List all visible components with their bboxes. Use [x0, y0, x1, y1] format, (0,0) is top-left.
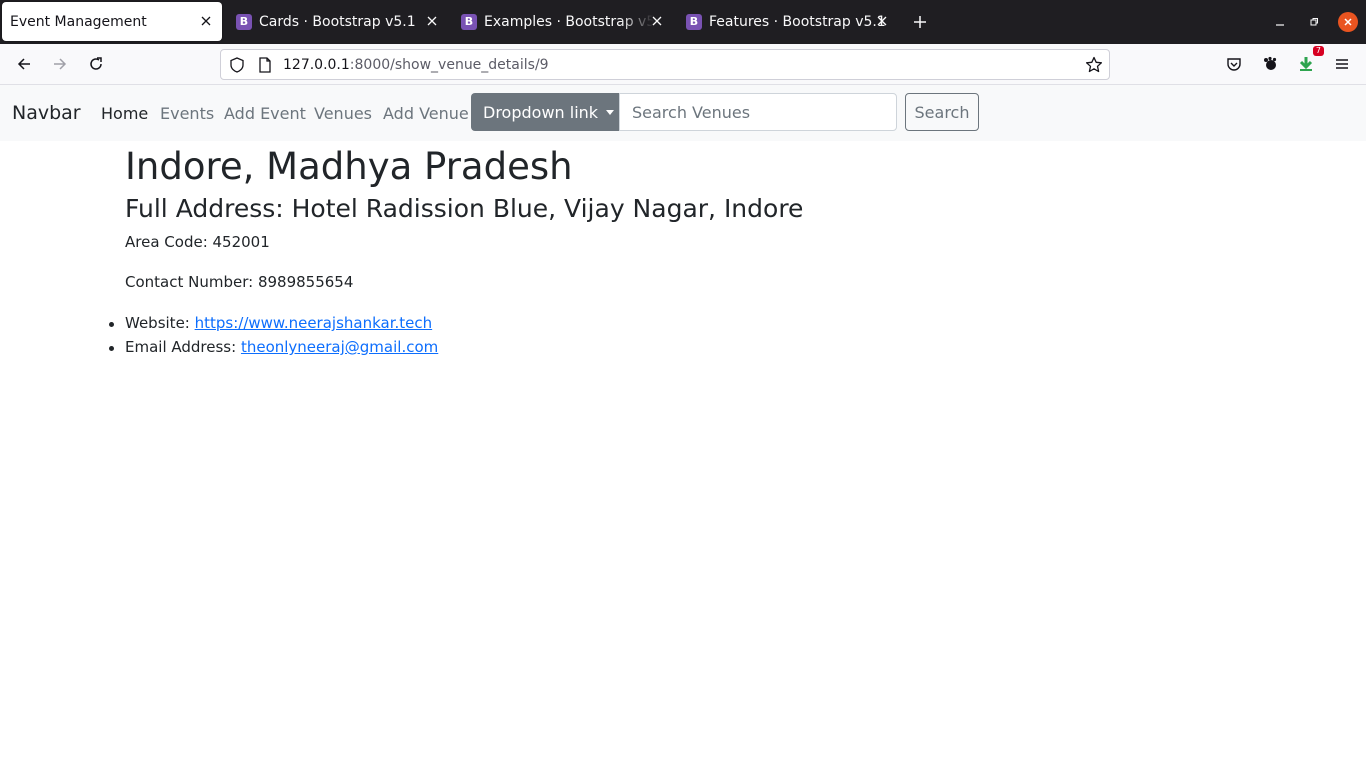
- close-icon[interactable]: [874, 13, 890, 29]
- tab-examples-bootstrap[interactable]: B Examples · Bootstrap v5.1: [453, 2, 673, 41]
- tab-title: Cards · Bootstrap v5.1: [259, 13, 416, 30]
- new-tab-icon[interactable]: [910, 12, 930, 32]
- bootstrap-icon: B: [461, 13, 477, 30]
- url-host: 127.0.0.1: [283, 57, 350, 73]
- extension-badge: 7: [1312, 46, 1324, 56]
- bookmark-star-icon[interactable]: [1085, 56, 1103, 78]
- list-item-email: Email Address: theonlyneeraj@gmail.com: [109, 335, 1125, 359]
- bootstrap-icon: B: [686, 13, 702, 30]
- venue-contact-list: Website: https://www.neerajshankar.tech …: [109, 311, 1125, 359]
- search-button[interactable]: Search: [905, 93, 979, 131]
- nav-link-add-venue[interactable]: Add Venue: [383, 104, 469, 123]
- url-path: :8000/show_venue_details/9: [349, 57, 549, 73]
- url-bar[interactable]: 127.0.0.1:8000/show_venue_details/9: [220, 49, 1110, 80]
- navbar-brand[interactable]: Navbar: [12, 102, 81, 124]
- website-link[interactable]: https://www.neerajshankar.tech: [195, 314, 433, 332]
- reload-icon[interactable]: [84, 52, 108, 76]
- venue-address-heading: Full Address: Hotel Radission Blue, Vija…: [125, 194, 804, 223]
- tab-cards-bootstrap[interactable]: B Cards · Bootstrap v5.1: [228, 2, 448, 41]
- area-code-text: Area Code: 452001: [125, 233, 270, 251]
- caret-down-icon: [606, 109, 615, 115]
- list-item-website: Website: https://www.neerajshankar.tech: [109, 311, 1125, 335]
- tab-title: Examples · Bootstrap v5.1: [484, 13, 654, 30]
- pocket-icon[interactable]: [1222, 52, 1246, 76]
- nav-link-home[interactable]: Home: [101, 104, 148, 123]
- page-icon[interactable]: [257, 57, 273, 77]
- restore-icon[interactable]: [1304, 12, 1324, 32]
- forward-arrow-icon[interactable]: [48, 52, 72, 76]
- search-venues-input[interactable]: [619, 93, 897, 131]
- email-label: Email Address:: [125, 338, 241, 356]
- download-extension-icon[interactable]: 7: [1294, 46, 1324, 76]
- tab-title: Features · Bootstrap v5.1: [709, 13, 886, 30]
- dropdown-link-button[interactable]: Dropdown link: [471, 93, 619, 131]
- venue-details: Indore, Madhya Pradesh Full Address: Hot…: [109, 141, 1125, 359]
- website-label: Website:: [125, 314, 195, 332]
- bootstrap-icon: B: [236, 13, 252, 30]
- venue-name-heading: Indore, Madhya Pradesh: [125, 145, 573, 188]
- back-arrow-icon[interactable]: [12, 52, 36, 76]
- minimize-icon[interactable]: [1270, 12, 1290, 32]
- window-close-icon[interactable]: [1338, 12, 1358, 32]
- close-icon[interactable]: [424, 13, 440, 29]
- email-link[interactable]: theonlyneeraj@gmail.com: [241, 338, 438, 356]
- contact-number-text: Contact Number: 8989855654: [125, 273, 354, 291]
- nav-link-venues[interactable]: Venues: [314, 104, 372, 123]
- nav-link-add-event[interactable]: Add Event: [224, 104, 306, 123]
- tab-event-management[interactable]: Event Management: [2, 2, 222, 41]
- browser-tab-strip: Event Management B Cards · Bootstrap v5.…: [0, 0, 1366, 44]
- site-navbar: Navbar Home Events Add Event Venues Add …: [0, 85, 1366, 141]
- url-text[interactable]: 127.0.0.1:8000/show_venue_details/9: [283, 57, 549, 73]
- tab-features-bootstrap[interactable]: B Features · Bootstrap v5.1: [678, 2, 898, 41]
- shield-icon[interactable]: [229, 57, 245, 77]
- extension-paw-icon[interactable]: [1258, 52, 1282, 76]
- nav-link-events[interactable]: Events: [160, 104, 214, 123]
- hamburger-menu-icon[interactable]: [1330, 52, 1354, 76]
- browser-toolbar: 127.0.0.1:8000/show_venue_details/9 7: [0, 44, 1366, 85]
- tab-title: Event Management: [10, 13, 147, 30]
- close-icon[interactable]: [198, 13, 214, 29]
- dropdown-label: Dropdown link: [483, 102, 599, 122]
- close-icon[interactable]: [649, 13, 665, 29]
